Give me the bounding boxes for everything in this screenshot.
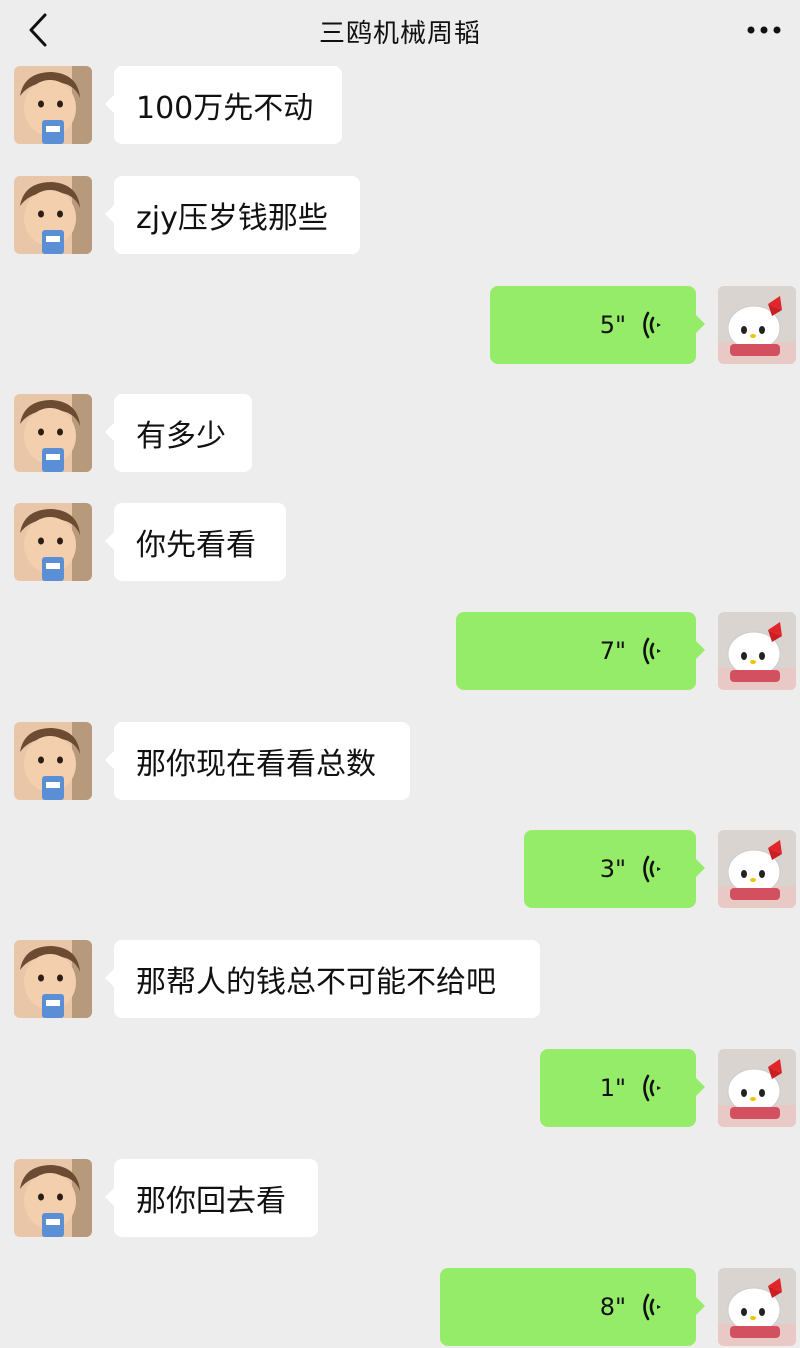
message-text: zjy压岁钱那些 xyxy=(136,201,328,236)
contact-avatar[interactable] xyxy=(14,1159,92,1237)
voice-wave-icon xyxy=(643,855,661,883)
voice-duration: 1" xyxy=(599,1074,626,1102)
my-avatar[interactable] xyxy=(718,286,796,364)
message-text: 100万先不动 xyxy=(136,91,314,126)
message-text: 那你回去看 xyxy=(136,1184,286,1219)
message-text: 那帮人的钱总不可能不给吧 xyxy=(136,965,496,1000)
voice-message-bubble[interactable]: 5" xyxy=(490,286,705,364)
voice-wave-icon xyxy=(643,637,661,665)
voice-duration: 7" xyxy=(599,637,626,665)
message-row: 1" xyxy=(0,1049,800,1129)
message-row: 100万先不动 xyxy=(0,66,800,146)
text-message-bubble[interactable]: 那你现在看看总数 xyxy=(105,722,410,800)
contact-avatar[interactable] xyxy=(14,176,92,254)
voice-message-bubble[interactable]: 7" xyxy=(456,612,705,690)
my-avatar[interactable] xyxy=(718,1049,796,1127)
my-avatar[interactable] xyxy=(718,1268,796,1346)
message-text: 那你现在看看总数 xyxy=(136,747,376,782)
message-row: 3" xyxy=(0,830,800,910)
voice-duration: 5" xyxy=(599,311,626,339)
top-bar: 三鸥机械周韬 xyxy=(0,0,800,62)
voice-wave-icon xyxy=(643,1293,661,1321)
message-row: 7" xyxy=(0,612,800,692)
voice-message-bubble[interactable]: 3" xyxy=(524,830,705,908)
text-message-bubble[interactable]: 你先看看 xyxy=(105,503,286,581)
message-text: 有多少 xyxy=(136,419,226,454)
text-message-bubble[interactable]: zjy压岁钱那些 xyxy=(105,176,360,254)
text-message-bubble[interactable]: 那你回去看 xyxy=(105,1159,318,1237)
more-button[interactable] xyxy=(742,10,786,50)
chevron-left-icon xyxy=(29,13,47,47)
voice-message-bubble[interactable]: 1" xyxy=(540,1049,705,1127)
message-row: 有多少 xyxy=(0,394,800,474)
voice-duration: 3" xyxy=(599,855,626,883)
my-avatar[interactable] xyxy=(718,830,796,908)
message-row: 8" xyxy=(0,1268,800,1348)
message-row: 5" xyxy=(0,286,800,366)
message-row: 那你现在看看总数 xyxy=(0,722,800,802)
more-dots-icon xyxy=(747,26,781,34)
my-avatar[interactable] xyxy=(718,612,796,690)
text-message-bubble[interactable]: 有多少 xyxy=(105,394,252,472)
back-button[interactable] xyxy=(18,10,58,50)
message-row: zjy压岁钱那些 xyxy=(0,176,800,256)
message-row: 你先看看 xyxy=(0,503,800,583)
voice-message-bubble[interactable]: 8" xyxy=(440,1268,705,1346)
contact-avatar[interactable] xyxy=(14,66,92,144)
text-message-bubble[interactable]: 100万先不动 xyxy=(105,66,342,144)
message-row: 那帮人的钱总不可能不给吧 xyxy=(0,940,800,1020)
message-row: 那你回去看 xyxy=(0,1159,800,1239)
message-text: 你先看看 xyxy=(136,528,256,563)
contact-avatar[interactable] xyxy=(14,722,92,800)
contact-avatar[interactable] xyxy=(14,394,92,472)
voice-wave-icon xyxy=(643,311,661,339)
voice-duration: 8" xyxy=(599,1293,626,1321)
text-message-bubble[interactable]: 那帮人的钱总不可能不给吧 xyxy=(105,940,540,1018)
contact-avatar[interactable] xyxy=(14,940,92,1018)
chat-title: 三鸥机械周韬 xyxy=(318,18,481,49)
contact-avatar[interactable] xyxy=(14,503,92,581)
voice-wave-icon xyxy=(643,1074,661,1102)
